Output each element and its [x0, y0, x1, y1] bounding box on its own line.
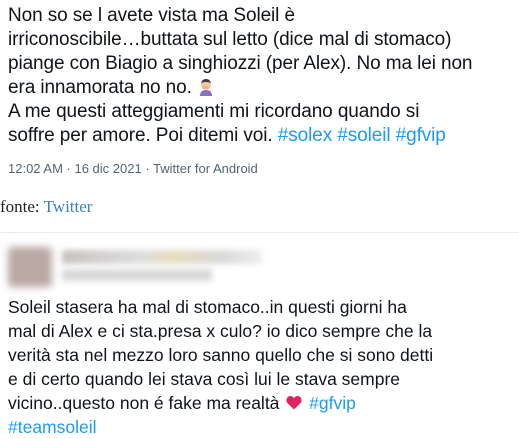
tweet-1-line: Non so se l avete vista ma Soleil è: [8, 5, 295, 26]
blurred-handle: [62, 269, 212, 281]
tweet-1-line: soffre per amore. Poi ditemi voi. #solex…: [8, 124, 514, 148]
tweet-2-line: Soleil stasera ha mal di stomaco..in que…: [8, 297, 407, 317]
red-heart-icon: [286, 392, 302, 410]
tweet-1-line-text: soffre per amore. Poi ditemi voi.: [8, 125, 273, 146]
tweet-1-line: irriconoscibile…buttata sul letto (dice …: [8, 29, 452, 50]
hashtag-link[interactable]: #teamsoleil: [8, 417, 97, 437]
tweet-2-line: vicino..questo non é fake ma realtà #gfv…: [8, 391, 516, 415]
avatar[interactable]: [8, 247, 52, 287]
tweet-1-line: era innamorata no no.: [8, 76, 514, 100]
tweet-2-line: e di certo quando lei stava così lui le …: [8, 369, 401, 389]
hashtag-link[interactable]: #gfvip: [309, 393, 356, 413]
tweet-1-text: Non so se l avete vista ma Soleil è irri…: [8, 4, 514, 148]
tweet-card-1: Non so se l avete vista ma Soleil è irri…: [0, 0, 519, 186]
hashtag-link[interactable]: #gfvip: [396, 125, 446, 146]
tweet-1-timestamp[interactable]: 12:02 AM · 16 dic 2021 · Twitter for And…: [8, 161, 258, 176]
blurred-username: [62, 250, 262, 264]
tweet-1-line: A me questi atteggiamenti mi ricordano q…: [8, 101, 420, 122]
tweet-2-line: verità sta nel mezzo loro sanno quello c…: [8, 345, 434, 365]
tweet-2-text: Soleil stasera ha mal di stomaco..in que…: [8, 295, 516, 439]
hashtag-link[interactable]: #solex: [278, 125, 332, 146]
tweet-card-2: Soleil stasera ha mal di stomaco..in que…: [0, 232, 519, 437]
caption-prefix: fonte:: [0, 197, 44, 216]
source-caption: fonte: Twitter: [0, 197, 92, 217]
woman-facepalming-icon: [197, 78, 215, 96]
tweet-1-line: piange con Biagio a singhiozzi (per Alex…: [8, 53, 473, 74]
tweet-2-line-text: vicino..questo non é fake ma realtà: [8, 393, 280, 413]
tweet-1-line-text: era innamorata no no.: [8, 77, 192, 98]
source-link[interactable]: Twitter: [44, 197, 93, 216]
hashtag-link[interactable]: #soleil: [337, 125, 390, 146]
tweet-2-line: mal di Alex e ci sta.presa x culo? io di…: [8, 321, 433, 341]
tweet-2-line: #teamsoleil: [8, 415, 516, 439]
